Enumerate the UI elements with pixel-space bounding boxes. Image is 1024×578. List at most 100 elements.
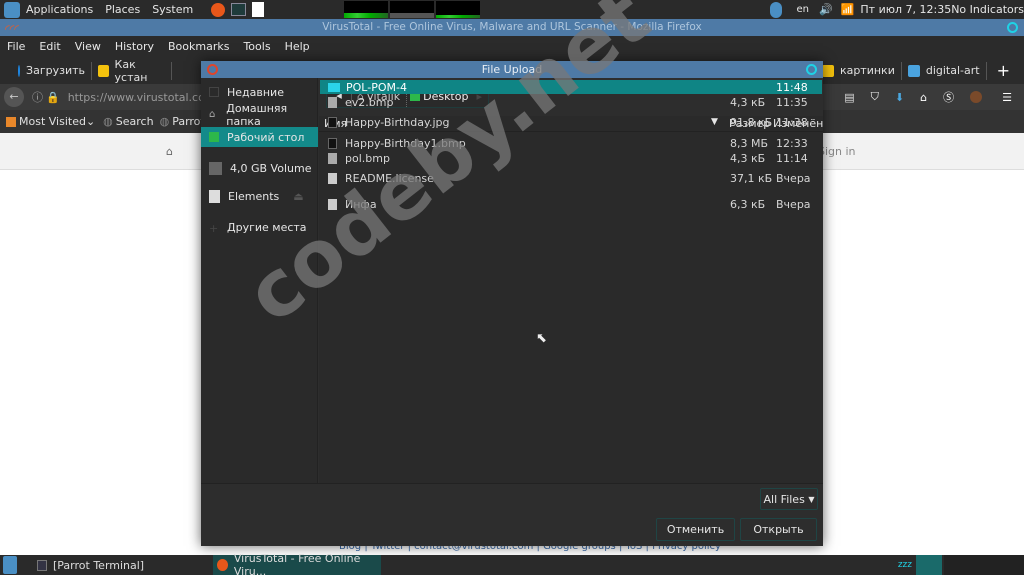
hamburger-menu-icon[interactable]: ☰ <box>1002 91 1012 104</box>
bookmark-search[interactable]: Search <box>116 115 154 128</box>
home-icon[interactable]: ⌂ <box>166 145 173 158</box>
dialog-title: File Upload <box>481 63 543 76</box>
firefox-icon <box>217 559 228 571</box>
most-visited-icon <box>6 116 16 127</box>
tab[interactable]: Как устан <box>92 58 172 84</box>
taskbar-item-terminal[interactable]: [Parrot Terminal] <box>53 559 213 572</box>
file-row[interactable]: pol.bmp 4,3 кБ 11:14 <box>320 151 822 165</box>
file-name: Happy-Birthday.jpg <box>345 115 450 129</box>
file-row[interactable]: Happy-Birthday1.bmp 8,3 МБ 12:33 <box>320 136 822 150</box>
tab-label: Загрузить <box>26 64 85 77</box>
top-panel: Applications Places System en 🔊 📶 Пт июл… <box>0 0 1024 19</box>
wifi-icon[interactable]: 📶 <box>841 3 855 16</box>
parrot-menu-icon[interactable] <box>3 556 17 574</box>
tab[interactable]: картинки <box>816 61 902 80</box>
places-menu[interactable]: Places <box>105 3 140 16</box>
file-upload-dialog: File Upload Недавние ⌂ Домашняя папка Раб… <box>201 61 823 546</box>
file-size: 8,3 МБ <box>730 136 769 150</box>
file-row[interactable]: Инфа 6,3 кБ Вчера <box>320 197 822 211</box>
firefox-launcher-icon[interactable] <box>211 2 226 17</box>
drive-icon <box>209 161 222 175</box>
menu-bookmarks[interactable]: Bookmarks <box>168 40 229 53</box>
file-icon <box>328 137 337 149</box>
bluetooth-icon[interactable] <box>770 1 783 18</box>
tab-favicon-icon <box>98 64 109 77</box>
menu-history[interactable]: History <box>115 40 154 53</box>
file-row[interactable]: ev2.bmp 4,3 кБ 11:35 <box>320 95 822 109</box>
tab-label: digital-art <box>925 64 980 77</box>
info-icon[interactable]: ⓘ <box>32 89 43 105</box>
skype-icon[interactable]: Ⓢ <box>943 89 954 105</box>
sidebar-item-volume[interactable]: 4,0 GB Volume <box>201 158 318 178</box>
sidebar-item-home[interactable]: ⌂ Домашняя папка <box>201 102 318 128</box>
extension-icon[interactable] <box>970 91 983 103</box>
globe-icon: ◍ <box>159 115 170 128</box>
sidebar-item-recent[interactable]: Недавние <box>201 82 318 102</box>
tab[interactable]: Загрузить <box>12 61 92 80</box>
workspace-switcher[interactable] <box>944 555 1024 575</box>
tab-favicon-icon <box>821 64 834 77</box>
menu-tools[interactable]: Tools <box>243 40 270 53</box>
tab[interactable]: digital-art <box>902 61 987 80</box>
back-button[interactable]: ← <box>4 87 24 107</box>
cancel-button[interactable]: Отменить <box>656 518 735 541</box>
menu-view[interactable]: View <box>75 40 101 53</box>
file-name: POL-POM-4 <box>346 80 407 94</box>
file-modified: 11:35 <box>776 95 808 109</box>
workspace-switcher[interactable] <box>916 555 942 575</box>
parrot-logo-icon[interactable] <box>4 1 20 18</box>
file-name: pol.bmp <box>345 151 390 165</box>
bookmark-parrot[interactable]: Parrot <box>172 115 205 128</box>
open-button[interactable]: Открыть <box>740 518 817 541</box>
file-icon <box>328 172 337 184</box>
volume-icon[interactable]: 🔊 <box>819 3 833 16</box>
dialog-title-bar[interactable]: File Upload <box>201 61 823 78</box>
window-status-icon[interactable] <box>1007 22 1018 33</box>
sidebar-item-other-locations[interactable]: + Другие места <box>201 217 318 237</box>
window-title: VirusTotal - Free Online Virus, Malware … <box>322 21 702 33</box>
sidebar-item-desktop[interactable]: Рабочий стол <box>201 127 318 147</box>
file-modified: 11:14 <box>776 151 808 165</box>
file-icon <box>328 152 337 164</box>
file-name: README.license <box>345 171 434 185</box>
sidebar-label: Elements <box>228 189 280 203</box>
file-modified: 12:33 <box>776 136 808 150</box>
keyboard-layout[interactable]: en <box>796 4 809 15</box>
eject-icon[interactable]: ⏏ <box>293 190 303 203</box>
close-icon[interactable] <box>207 64 218 75</box>
sidebar-label: Недавние <box>227 85 284 99</box>
cpu-graph <box>344 1 389 18</box>
dialog-status-icon[interactable] <box>806 64 817 75</box>
sign-in-link[interactable]: Sign in <box>818 145 856 158</box>
menu-file[interactable]: File <box>7 40 25 53</box>
url-input[interactable]: https://www.virustotal.com <box>68 91 216 104</box>
home-icon[interactable]: ⌂ <box>920 91 927 104</box>
file-name: ev2.bmp <box>345 95 394 109</box>
terminal-launcher-icon[interactable] <box>231 3 247 16</box>
document-launcher-icon[interactable] <box>252 2 265 17</box>
pocket-icon[interactable]: ⛉ <box>871 90 879 104</box>
new-tab-button[interactable]: + <box>997 61 1010 80</box>
reader-icon[interactable]: ▤ <box>844 91 854 104</box>
mouse-cursor-icon: ⬉ <box>536 331 547 346</box>
menu-help[interactable]: Help <box>285 40 310 53</box>
taskbar-item-firefox[interactable]: VirusTotal - Free Online Viru... <box>213 552 381 578</box>
file-modified: Вчера <box>776 171 811 185</box>
tab-label: картинки <box>839 64 895 77</box>
bookmark-most-visited[interactable]: Most Visited <box>19 115 86 128</box>
file-modified: Вчера <box>776 197 811 211</box>
system-menu[interactable]: System <box>152 3 193 16</box>
file-row[interactable]: Happy-Birthday.jpg 91,8 кБ 11:38 <box>320 115 822 129</box>
file-filter-dropdown[interactable]: All Files ▼ <box>760 488 818 510</box>
file-icon <box>328 198 337 210</box>
file-row[interactable]: POL-POM-4 11:48 <box>320 80 822 94</box>
tab-label: Как устан <box>114 57 148 84</box>
indicators[interactable]: No Indicators <box>951 3 1024 16</box>
file-row[interactable]: README.license 37,1 кБ Вчера <box>320 171 822 185</box>
clock[interactable]: Пт июл 7, 12:35 <box>860 3 951 16</box>
usb-drive-icon <box>209 189 220 203</box>
applications-menu[interactable]: Applications <box>26 3 93 16</box>
menu-edit[interactable]: Edit <box>39 40 60 53</box>
downloads-icon[interactable]: ⬇ <box>895 91 904 104</box>
sidebar-item-elements[interactable]: Elements ⏏ <box>201 186 318 206</box>
